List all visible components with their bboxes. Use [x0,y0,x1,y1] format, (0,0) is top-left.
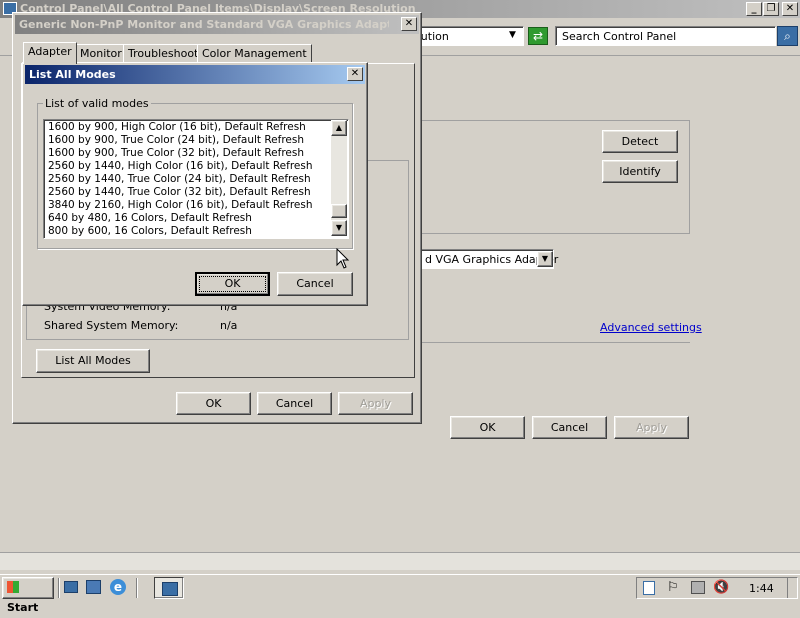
ok-button[interactable]: OK [176,392,251,415]
cancel-button[interactable]: Cancel [257,392,332,415]
tab-color-management-label: Color Management [202,47,307,60]
tab-monitor[interactable]: Monitor [75,44,127,64]
list-all-modes-dialog: List All Modes ✕ List of valid modes 160… [22,62,368,306]
detect-button[interactable]: Detect [602,130,678,153]
advanced-settings-link[interactable]: Advanced settings [600,321,702,334]
ok-button[interactable]: OK [195,272,270,296]
list-item[interactable]: 1600 by 900, True Color (32 bit), Defaul… [44,147,330,160]
apply-label: Apply [359,397,392,410]
cancel-label: Cancel [275,397,314,410]
close-icon[interactable]: ✕ [782,2,798,16]
start-label: Start [7,601,39,614]
list-item[interactable]: 2560 by 1440, True Color (32 bit), Defau… [44,186,330,199]
shared-memory-value: n/a [220,319,238,332]
apply-label: Apply [635,421,668,434]
close-icon[interactable]: ✕ [401,17,417,31]
show-desktop-icon[interactable] [64,581,78,593]
modes-list: 1600 by 900, High Color (16 bit), Defaul… [44,121,330,238]
apply-button[interactable]: Apply [338,392,413,415]
tab-adapter[interactable]: Adapter [23,42,77,64]
windows-logo-icon [7,581,19,593]
cancel-label: Cancel [550,421,589,434]
network-icon[interactable] [691,581,705,594]
cancel-button[interactable]: Cancel [532,416,607,439]
properties-titlebar: Generic Non-PnP Monitor and Standard VGA… [15,15,419,34]
ok-label: OK [205,397,222,410]
volume-muted-icon[interactable]: 🔇 [713,580,729,595]
modes-title: List All Modes [29,68,116,81]
valid-modes-group-label: List of valid modes [43,97,151,110]
close-icon[interactable]: ✕ [347,67,363,81]
list-item[interactable]: 640 by 480, 16 Colors, Default Refresh [44,212,330,225]
tab-troubleshoot-label: Troubleshoot [128,47,199,60]
server-manager-icon[interactable] [86,580,101,594]
list-item[interactable]: 1600 by 900, True Color (24 bit), Defaul… [44,134,330,147]
quicklaunch-separator [136,578,138,598]
list-all-modes-label: List All Modes [55,354,131,367]
search-icon[interactable]: ⌕ [777,26,798,46]
control-panel-icon [162,582,178,596]
restore-icon[interactable]: ❐ [763,2,779,16]
cancel-label: Cancel [296,277,334,290]
scroll-down-icon[interactable]: ▼ [331,220,347,236]
ok-label: OK [479,421,496,434]
taskbar-item-control-panel[interactable] [154,577,184,599]
start-button[interactable]: Start [2,577,54,614]
minimize-icon[interactable]: _ [746,2,762,16]
ok-label: OK [224,277,241,290]
modes-listbox[interactable]: 1600 by 900, High Color (16 bit), Defaul… [43,119,349,239]
horizontal-scrollbar[interactable] [0,552,800,570]
internet-explorer-icon[interactable]: e [110,579,126,595]
system-tray: ⚐ 🔇 1:44 [636,577,798,599]
cancel-button[interactable]: Cancel [277,272,353,296]
clock: 1:44 [749,582,774,595]
flag-icon[interactable]: ⚐ [667,580,679,595]
show-desktop-button[interactable] [787,578,797,598]
list-item[interactable]: 2560 by 1440, True Color (24 bit), Defau… [44,173,330,186]
list-item[interactable]: 800 by 600, 16 Colors, Default Refresh [44,225,330,238]
taskbar: Start e ⚐ 🔇 1:44 [0,574,800,614]
apply-button[interactable]: Apply [614,416,689,439]
tab-troubleshoot[interactable]: Troubleshoot [123,44,204,64]
document-icon[interactable] [643,581,655,595]
modes-titlebar: List All Modes ✕ [25,65,365,84]
search-placeholder: Search Control Panel [562,30,677,43]
quicklaunch-separator [58,578,60,598]
tab-monitor-label: Monitor [80,47,122,60]
chevron-down-icon[interactable]: ▼ [537,251,553,267]
identify-label: Identify [619,165,661,178]
scroll-up-icon[interactable]: ▲ [331,120,347,136]
detect-label: Detect [621,135,659,148]
mouse-cursor-icon [336,248,350,269]
list-item[interactable]: 1600 by 900, High Color (16 bit), Defaul… [44,121,330,134]
vertical-scrollbar[interactable]: ▲ ▼ [331,120,347,236]
scroll-thumb[interactable] [331,204,347,218]
list-all-modes-button[interactable]: List All Modes [36,349,150,373]
list-item[interactable]: 3840 by 2160, High Color (16 bit), Defau… [44,199,330,212]
display-select[interactable]: d VGA Graphics Adapter ▼ [420,249,558,269]
address-bar[interactable]: olution ▼ [404,26,524,46]
chevron-down-icon[interactable]: ▼ [509,30,516,40]
content-divider [420,342,690,343]
tab-color-management[interactable]: Color Management [197,44,312,64]
ok-button[interactable]: OK [450,416,525,439]
identify-button[interactable]: Identify [602,160,678,183]
properties-title: Generic Non-PnP Monitor and Standard VGA… [19,18,389,31]
search-input[interactable]: Search Control Panel [555,26,776,46]
tab-adapter-label: Adapter [28,45,72,58]
list-item[interactable]: 2560 by 1440, High Color (16 bit), Defau… [44,160,330,173]
refresh-icon[interactable]: ⇄ [528,27,548,45]
shared-memory-label: Shared System Memory: [44,319,179,332]
